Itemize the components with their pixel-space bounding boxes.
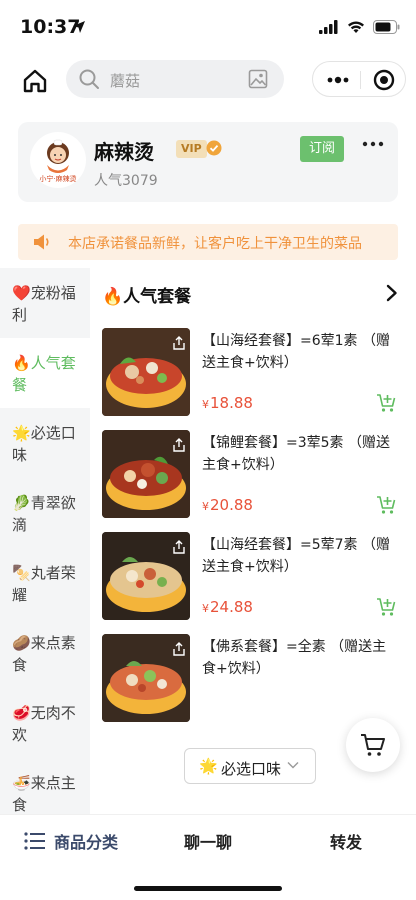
fire-icon: 🔥 (12, 354, 31, 372)
sidebar-item-staples[interactable]: 🍜来点主食 (0, 758, 90, 814)
chevron-down-icon (287, 762, 299, 769)
share-icon[interactable] (172, 336, 186, 350)
signal-icon (319, 20, 338, 34)
logo-text: 小宁·麻辣烫 (39, 175, 77, 183)
wifi-icon (348, 21, 364, 33)
potato-icon: 🥔 (12, 634, 31, 652)
tab-chat[interactable]: 聊一聊 (184, 829, 232, 853)
tab-share[interactable]: 转发 (330, 829, 362, 853)
currency-symbol: ¥ (202, 398, 209, 411)
top-nav: 蘑菇 (0, 58, 416, 102)
share-icon[interactable] (172, 438, 186, 452)
cart-button[interactable] (346, 718, 400, 772)
meat-icon: 🥩 (12, 704, 31, 722)
vip-badge: VIP (176, 140, 207, 158)
add-to-cart-icon[interactable] (376, 392, 398, 414)
section-fire-icon: 🔥 (102, 287, 124, 307)
category-sidebar: ❤️宠粉福利 🔥人气套餐 🌟必选口味 🥬青翠欲滴 🍢丸者荣耀 🥔来点素食 🥩无肉… (0, 268, 90, 814)
flavor-dropdown-chip[interactable]: 🌟 必选口味 (184, 748, 316, 784)
list-menu-icon (24, 832, 45, 850)
status-bar: 10:37 (0, 0, 416, 50)
section-title-text: 人气套餐 (123, 287, 192, 307)
product-image[interactable] (102, 634, 190, 722)
mini-program-capsule (312, 61, 406, 97)
skewer-icon: 🍢 (12, 564, 31, 582)
sidebar-item-balls[interactable]: 🍢丸者荣耀 (0, 548, 90, 618)
status-icons (319, 20, 400, 34)
share-icon[interactable] (172, 642, 186, 656)
section-title: 🔥人气套餐 (102, 282, 191, 307)
price-value: 18.88 (210, 394, 253, 412)
price-value: 24.88 (210, 598, 253, 616)
capsule-divider (360, 71, 361, 89)
product-price: ¥18.88 (202, 394, 253, 412)
product-item[interactable]: 【佛系套餐】=全素 （赠送主食+饮料） (102, 634, 406, 724)
star-icon: 🌟 (199, 757, 218, 775)
product-image[interactable] (102, 430, 190, 518)
product-item[interactable]: 【锦鲤套餐】=3荤5素 （赠送主食+饮料） ¥20.88 (102, 430, 406, 520)
verified-badge-icon (206, 140, 222, 156)
shop-name: 麻辣烫 (94, 140, 154, 164)
product-price: ¥20.88 (202, 496, 253, 514)
search-icon (79, 69, 99, 89)
home-indicator (134, 886, 282, 891)
chevron-right-icon[interactable] (386, 284, 398, 302)
shop-popularity: 人气3079 (94, 173, 158, 189)
speaker-icon (34, 234, 49, 250)
close-mini-program-icon[interactable] (373, 69, 395, 91)
currency-symbol: ¥ (202, 500, 209, 513)
add-to-cart-icon[interactable] (376, 596, 398, 618)
sidebar-item-flavors[interactable]: 🌟必选口味 (0, 408, 90, 478)
sidebar-item-meat[interactable]: 🥩无肉不欢 (0, 688, 90, 758)
search-placeholder: 蘑菇 (110, 72, 141, 90)
product-name: 【山海经套餐】=6荤1素 （赠送主食+饮料） (202, 333, 390, 371)
product-item[interactable]: 【山海经套餐】=5荤7素 （赠送主食+饮料） ¥24.88 (102, 532, 406, 622)
product-image[interactable] (102, 532, 190, 620)
search-bar[interactable]: 蘑菇 (66, 60, 284, 98)
product-price: ¥24.88 (202, 598, 253, 616)
subscribe-button[interactable]: 订阅 (300, 136, 344, 162)
shop-card: 小宁·麻辣烫 麻辣烫 VIP 人气3079 订阅 (18, 122, 398, 202)
battery-icon (373, 20, 400, 34)
more-menu-icon[interactable] (327, 72, 349, 88)
currency-symbol: ¥ (202, 602, 209, 615)
tab-label: 商品分类 (54, 833, 119, 852)
home-icon (23, 69, 47, 93)
home-button[interactable] (20, 66, 50, 96)
noodle-bowl-icon: 🍜 (12, 774, 31, 792)
location-arrow-icon (73, 21, 85, 33)
notice-bar: 本店承诺餐品新鲜，让客户吃上干净卫生的菜品 (18, 224, 398, 260)
chip-label: 必选口味 (221, 760, 282, 778)
product-name: 【锦鲤套餐】=3荤5素 （赠送主食+饮料） (202, 435, 390, 473)
sidebar-item-greens[interactable]: 🥬青翠欲滴 (0, 478, 90, 548)
heart-icon: ❤️ (12, 284, 31, 302)
product-item[interactable]: 【山海经套餐】=6荤1素 （赠送主食+饮料） ¥18.88 (102, 328, 406, 418)
share-icon[interactable] (172, 540, 186, 554)
product-name: 【佛系套餐】=全素 （赠送主食+饮料） (202, 639, 387, 677)
shopping-cart-icon (361, 734, 385, 756)
product-image[interactable] (102, 328, 190, 416)
leafy-green-icon: 🥬 (12, 494, 31, 512)
sidebar-item-popular-sets[interactable]: 🔥人气套餐 (0, 338, 90, 408)
sidebar-item-vegetarian[interactable]: 🥔来点素食 (0, 618, 90, 688)
image-search-icon[interactable] (248, 69, 268, 89)
shop-more-icon[interactable] (362, 140, 384, 148)
add-to-cart-icon[interactable] (376, 494, 398, 516)
sidebar-item-fan-welfare[interactable]: ❤️宠粉福利 (0, 268, 90, 338)
shop-logo: 小宁·麻辣烫 (30, 132, 86, 188)
notice-text: 本店承诺餐品新鲜，让客户吃上干净卫生的菜品 (68, 236, 362, 252)
tab-product-categories[interactable]: 商品分类 (24, 829, 118, 853)
price-value: 20.88 (210, 496, 253, 514)
product-name: 【山海经套餐】=5荤7素 （赠送主食+饮料） (202, 537, 390, 575)
star-icon: 🌟 (12, 424, 31, 442)
